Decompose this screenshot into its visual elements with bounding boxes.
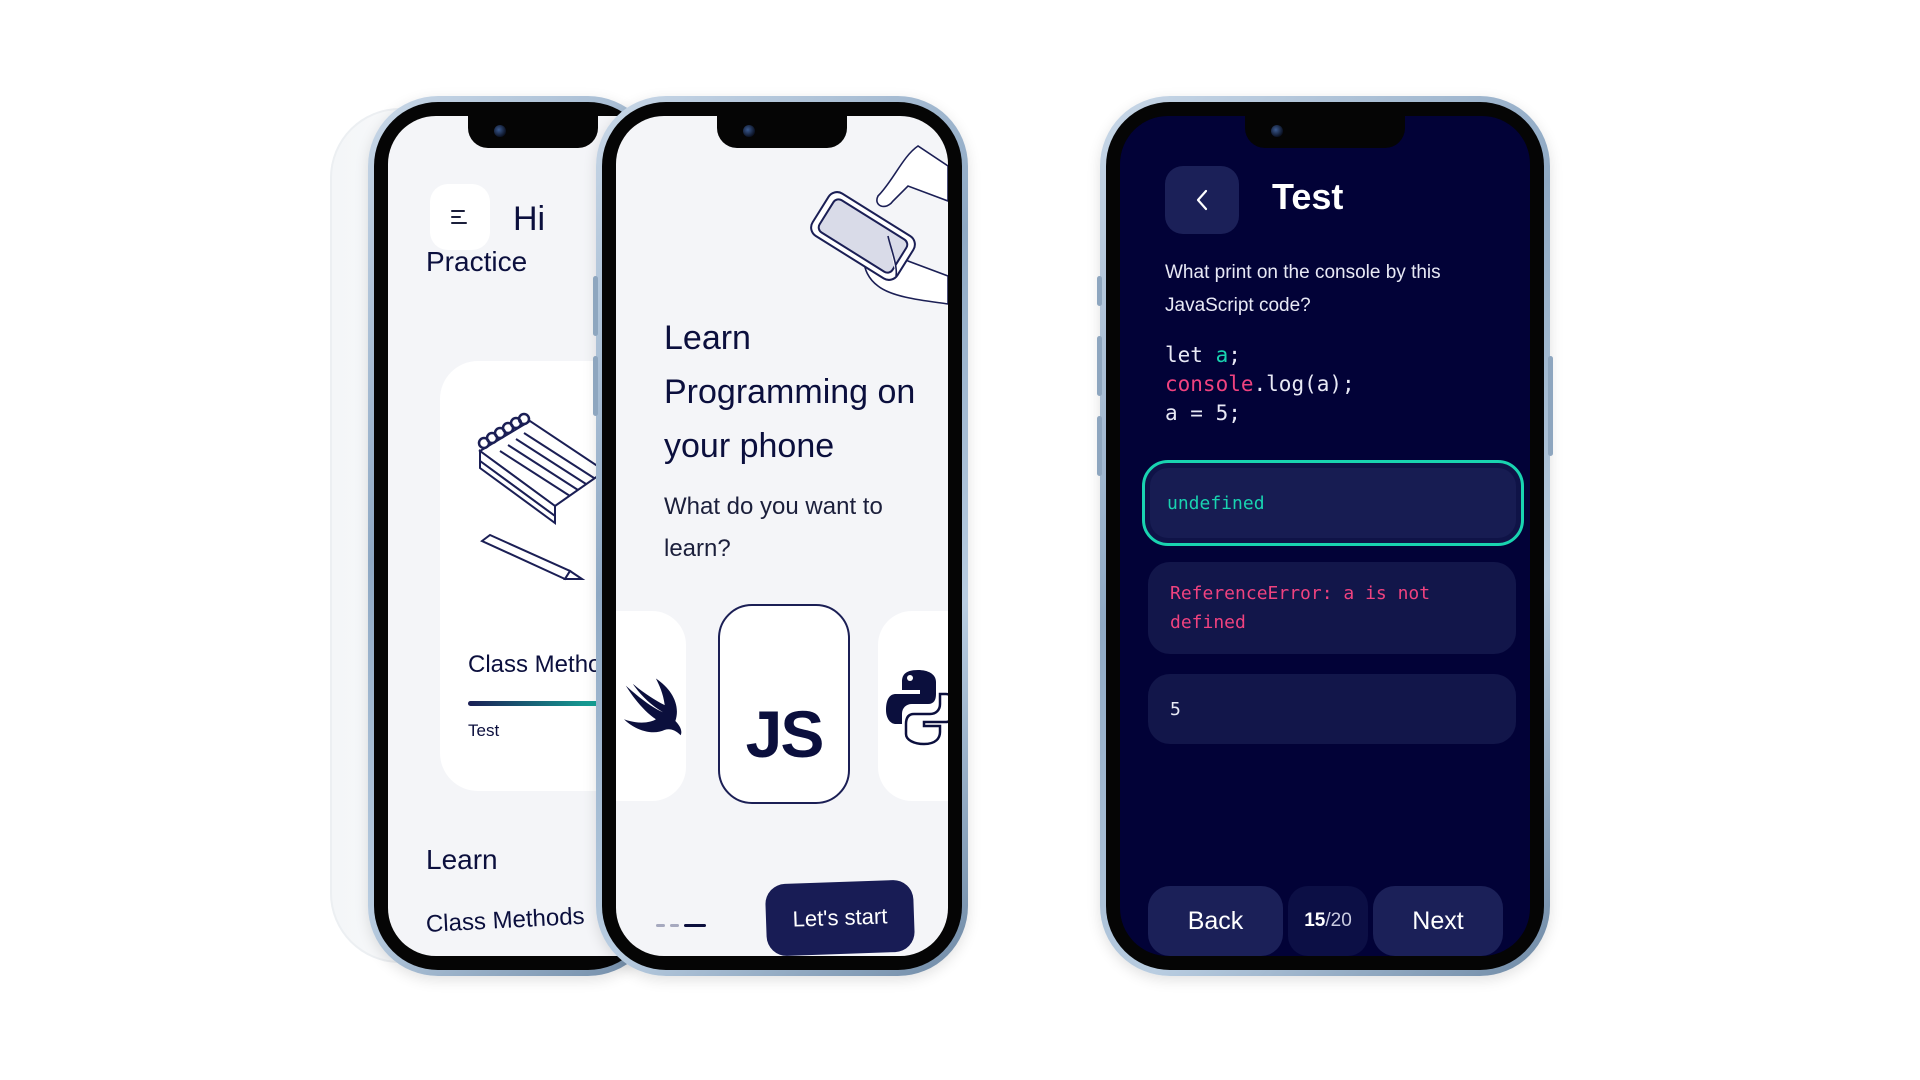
language-card-python[interactable] [878, 611, 948, 801]
code-line: console.log(a); [1165, 370, 1355, 399]
language-card-javascript[interactable]: JS [718, 604, 850, 804]
learn-item[interactable]: Class Methods [425, 903, 585, 939]
camera-icon [494, 125, 506, 137]
answer-text: ReferenceError: a is not defined [1170, 583, 1431, 633]
volume-button [593, 276, 598, 336]
answer-text: 5 [1170, 698, 1181, 720]
page-dot-active [684, 924, 706, 927]
camera-icon [743, 125, 755, 137]
notch [468, 116, 598, 148]
menu-button[interactable] [430, 184, 490, 250]
learn-section-title: Learn [426, 844, 498, 875]
notch [1245, 116, 1405, 148]
onboarding-screen: Learn Programming on your phone What do … [616, 116, 948, 956]
menu-icon [451, 206, 469, 228]
code-snippet: let a; console.log(a); a = 5; [1165, 341, 1355, 428]
page-dot [656, 924, 665, 927]
code-token: a = 5; [1165, 401, 1241, 425]
code-line: let a; [1165, 341, 1355, 370]
greeting: Hi [513, 200, 546, 238]
question-text: What print on the console by this JavaSc… [1165, 262, 1441, 316]
lets-start-button[interactable]: Let's start [764, 879, 916, 956]
phone-test-screen: Test What print on the console by this J… [1097, 96, 1553, 976]
next-button[interactable]: Next [1373, 886, 1503, 956]
page-dot [670, 924, 679, 927]
chevron-left-icon [1196, 189, 1208, 211]
counter-total: 20 [1330, 910, 1352, 931]
language-card-swift[interactable] [616, 611, 686, 801]
page-indicator [656, 924, 706, 927]
practice-section-title: Practice [426, 246, 528, 277]
answer-text: undefined [1167, 492, 1265, 514]
code-token: console [1165, 372, 1254, 396]
javascript-icon: JS [745, 697, 825, 771]
code-token: a [1215, 343, 1229, 367]
python-icon [886, 670, 948, 746]
notch [717, 116, 847, 148]
swift-icon [624, 678, 682, 736]
hands-holding-phone-icon [810, 145, 948, 305]
volume-button [593, 356, 598, 416]
counter-current: 15 [1304, 910, 1326, 931]
code-token: .log(a); [1253, 372, 1355, 396]
answer-option[interactable]: ReferenceError: a is not defined [1148, 562, 1516, 654]
phone-onboarding-screen: Learn Programming on your phone What do … [593, 96, 968, 976]
answer-option[interactable]: 5 [1148, 674, 1516, 744]
practice-card-subtitle: Test [468, 721, 500, 740]
answer-option-selected[interactable]: undefined [1142, 460, 1524, 546]
notebook-and-pencil-icon [477, 412, 607, 581]
code-line: a = 5; [1165, 399, 1355, 428]
back-button[interactable]: Back [1148, 886, 1283, 956]
camera-icon [1271, 125, 1283, 137]
page-title: Test [1272, 176, 1344, 217]
code-token: ; [1228, 343, 1241, 367]
volume-button [1097, 416, 1102, 476]
back-icon-button[interactable] [1165, 166, 1239, 234]
question-counter: 15/20 [1288, 886, 1368, 956]
onboarding-subheadline: What do you want to learn? [664, 493, 883, 562]
onboarding-headline: Learn Programming on your phone [664, 319, 916, 465]
volume-button [1097, 336, 1102, 396]
test-screen: Test What print on the console by this J… [1120, 116, 1530, 956]
code-token: let [1165, 343, 1216, 367]
mute-switch [1097, 276, 1102, 306]
power-button [1548, 356, 1553, 456]
